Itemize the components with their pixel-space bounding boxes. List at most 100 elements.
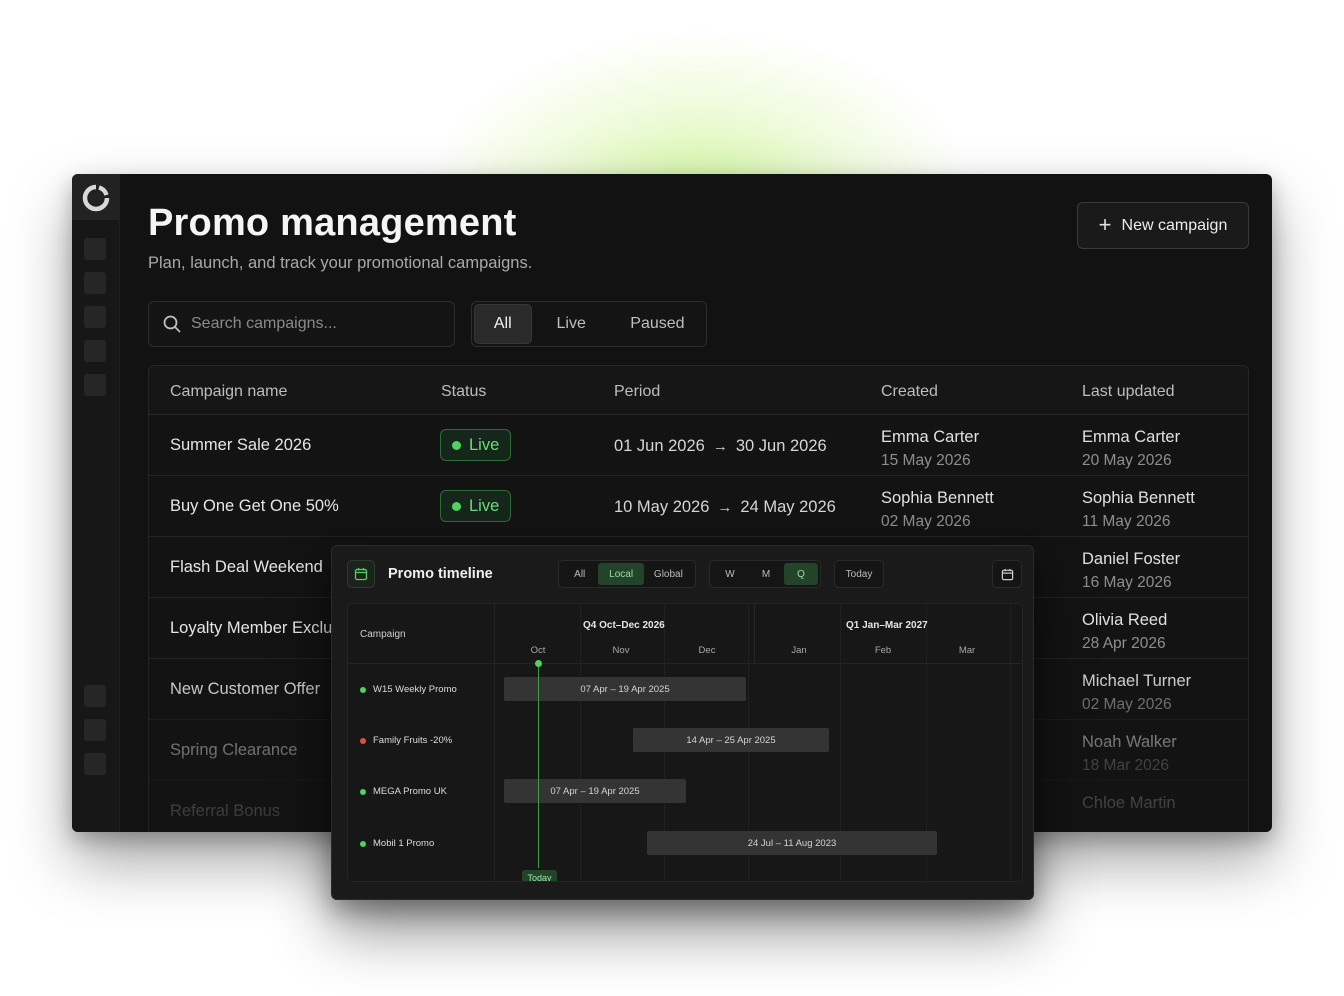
period-end: 24 May 2026 (740, 498, 836, 516)
column-header-name[interactable]: Campaign name (170, 383, 287, 401)
sidebar-nav-item-7[interactable] (84, 719, 106, 741)
status-filter: All Live Paused (471, 301, 707, 347)
search-icon (163, 315, 181, 333)
new-campaign-button[interactable]: + New campaign (1077, 202, 1249, 249)
updated-cell: Noah Walker 18 Mar 2026 (1082, 731, 1177, 777)
timeline-campaign-name: Family Fruits -20% (373, 735, 453, 746)
quarter-label: Q1 Jan–Mar 2027 (846, 620, 928, 631)
sidebar-nav-item-2[interactable] (84, 272, 106, 294)
updated-by: Olivia Reed (1082, 611, 1168, 629)
arrow-right-icon: → (712, 438, 728, 455)
scope-all[interactable]: All (561, 563, 598, 585)
timeline-title: Promo timeline (388, 566, 493, 582)
created-on: 15 May 2026 (881, 452, 971, 469)
sidebar-nav-item-6[interactable] (84, 685, 106, 707)
calendar-button[interactable] (992, 560, 1022, 588)
campaign-period: 01 Jun 2026 → 30 Jun 2026 (614, 437, 827, 456)
timeline-row-label[interactable]: Family Fruits -20% (360, 735, 452, 746)
search-input[interactable] (191, 315, 441, 333)
month-label: Jan (791, 645, 807, 656)
filter-paused[interactable]: Paused (611, 304, 704, 344)
column-header-created[interactable]: Created (881, 383, 938, 401)
calendar-icon (1001, 568, 1013, 580)
today-button[interactable]: Today (834, 560, 884, 588)
updated-by: Sophia Bennett (1082, 489, 1195, 507)
sidebar-nav-item-3[interactable] (84, 306, 106, 328)
campaign-name: Summer Sale 2026 (170, 436, 312, 454)
sidebar-nav-item-1[interactable] (84, 238, 106, 260)
sidebar-nav-item-5[interactable] (84, 374, 106, 396)
filter-all[interactable]: All (474, 304, 532, 344)
sidebar-nav-item-8[interactable] (84, 753, 106, 775)
updated-cell: Sophia Bennett 11 May 2026 (1082, 487, 1195, 533)
logo-ring-icon[interactable] (82, 184, 110, 212)
table-row[interactable]: Summer Sale 2026 Live 01 Jun 2026 → 30 J… (149, 415, 1248, 476)
campaign-name: Referral Bonus (170, 802, 281, 820)
zoom-quarter[interactable]: Q (784, 563, 818, 585)
scope-filter: All Local Global (558, 560, 696, 588)
column-header-updated[interactable]: Last updated (1082, 383, 1175, 401)
sidebar-nav-item-4[interactable] (84, 340, 106, 362)
zoom-filter: W M Q (709, 560, 821, 588)
timeline-bar[interactable]: 07 Apr – 19 Apr 2025 (504, 677, 746, 701)
scope-local[interactable]: Local (598, 563, 644, 585)
created-on: 02 May 2026 (881, 513, 971, 530)
promo-timeline-card: Promo timeline All Local Global W M Q To… (331, 545, 1034, 900)
timeline-bar[interactable]: 24 Jul – 11 Aug 2023 (647, 831, 937, 855)
created-by: Sophia Bennett (881, 489, 994, 507)
updated-cell: Olivia Reed 28 Apr 2026 (1082, 609, 1167, 655)
status-badge: Live (440, 429, 512, 461)
calendar-icon (347, 560, 375, 588)
updated-cell: Emma Carter 20 May 2026 (1082, 426, 1180, 472)
updated-by: Daniel Foster (1082, 550, 1181, 568)
timeline-row-label[interactable]: MEGA Promo UK (360, 786, 447, 797)
timeline-campaign-name: Mobil 1 Promo (373, 838, 435, 849)
campaign-column-header: Campaign (360, 629, 406, 640)
status-dot-icon (360, 788, 366, 795)
table-header: Campaign name Status Period Created Last… (149, 366, 1248, 415)
plus-icon: + (1098, 211, 1112, 237)
page-subtitle: Plan, launch, and track your promotional… (148, 254, 533, 272)
updated-by: Michael Turner (1082, 672, 1192, 690)
timeline-bar[interactable]: 14 Apr – 25 Apr 2025 (633, 728, 829, 752)
status-badge: Live (440, 490, 512, 522)
new-campaign-label: New campaign (1121, 216, 1228, 234)
sidebar (72, 174, 120, 832)
zoom-week[interactable]: W (712, 563, 748, 585)
table-row[interactable]: Buy One Get One 50% Live 10 May 2026 → 2… (149, 476, 1248, 537)
month-label: Nov (612, 645, 630, 656)
status-dot-icon (452, 501, 461, 511)
updated-cell: Michael Turner 02 May 2026 (1082, 670, 1191, 716)
timeline-row-label[interactable]: Mobil 1 Promo (360, 838, 434, 849)
month-label: Dec (698, 645, 716, 656)
today-marker-dot (535, 660, 542, 667)
campaign-name: Buy One Get One 50% (170, 497, 339, 515)
updated-on: 20 May 2026 (1082, 452, 1172, 469)
timeline-bar[interactable]: 07 Apr – 19 Apr 2025 (504, 779, 686, 803)
updated-by: Noah Walker (1082, 733, 1177, 751)
scope-global[interactable]: Global (644, 563, 693, 585)
status-dot-icon (360, 737, 366, 744)
today-marker-line (538, 663, 539, 868)
timeline-campaign-name: W15 Weekly Promo (373, 684, 457, 695)
today-marker-label: Today (522, 870, 557, 881)
filter-live[interactable]: Live (532, 304, 611, 344)
month-label: Mar (958, 645, 976, 656)
month-label: Oct (530, 645, 546, 656)
created-cell: Sophia Bennett 02 May 2026 (881, 487, 994, 533)
timeline-row-label[interactable]: W15 Weekly Promo (360, 684, 457, 695)
zoom-month[interactable]: M (748, 563, 784, 585)
search-box[interactable] (148, 301, 455, 347)
arrow-right-icon: → (717, 499, 733, 516)
timeline-campaign-name: MEGA Promo UK (373, 786, 447, 797)
campaign-name: Loyalty Member Exclus (170, 619, 341, 637)
updated-cell: Daniel Foster 16 May 2026 (1082, 548, 1180, 594)
created-cell: Emma Carter 15 May 2026 (881, 426, 979, 472)
column-header-period[interactable]: Period (614, 383, 660, 401)
period-start: 10 May 2026 (614, 498, 710, 516)
column-header-status[interactable]: Status (441, 383, 486, 401)
updated-by: Emma Carter (1082, 428, 1181, 446)
status-dot-icon (360, 686, 366, 693)
status-dot-icon (360, 840, 366, 847)
month-label: Feb (874, 645, 892, 656)
